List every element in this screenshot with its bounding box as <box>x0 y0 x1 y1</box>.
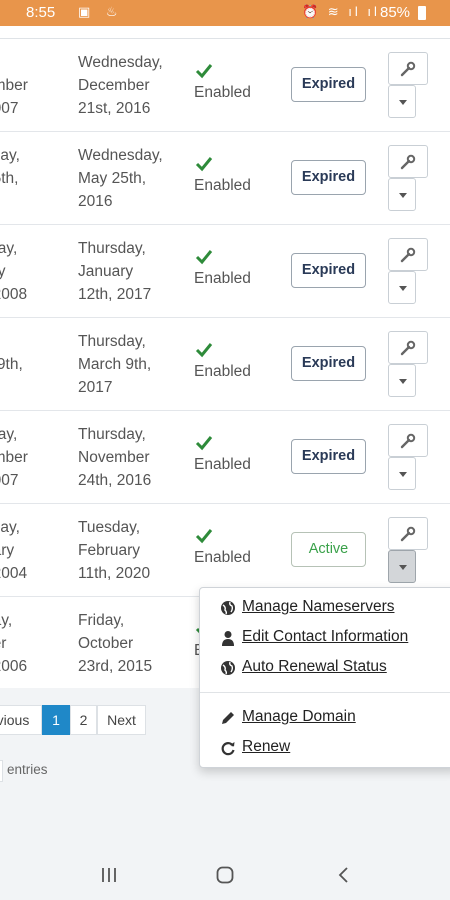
entries-select[interactable] <box>0 760 3 782</box>
manage-domain-button[interactable] <box>388 517 428 550</box>
table-row: rday, ember 2007 Thursday, November 24th… <box>0 411 450 504</box>
menu-item-auto-renewal[interactable]: Auto Renewal Status <box>220 658 387 676</box>
status-bar: 8:55 ▣ ♨ ⏰ ≋ ıl ıl 85% <box>0 0 450 26</box>
pagination-page-2[interactable]: 2 <box>70 705 97 735</box>
manage-domain-button[interactable] <box>388 238 428 271</box>
auto-renew-status: Enabled <box>194 177 251 194</box>
wrench-icon <box>400 154 416 170</box>
pencil-icon <box>222 712 234 724</box>
registration-date: y, h 9th, <box>0 356 23 373</box>
manage-domain-button[interactable] <box>388 424 428 457</box>
entries-label: entries <box>7 762 48 777</box>
refresh-icon <box>221 742 235 756</box>
pagination-next[interactable]: Next <box>97 705 146 735</box>
expiry-date: Wednesday, December 21st, 2016 <box>78 54 163 117</box>
manage-domain-button[interactable] <box>388 52 428 85</box>
actions-dropdown-toggle[interactable] <box>388 178 416 211</box>
auto-renew-status: Enabled <box>194 363 251 380</box>
chevron-down-icon <box>399 379 407 384</box>
home-icon[interactable] <box>215 865 235 885</box>
android-navigation-bar <box>0 850 450 900</box>
auto-renew-status: Enabled <box>194 456 251 473</box>
registration-date: rday, ary , 2008 <box>0 240 28 303</box>
status-badge-button[interactable]: Expired <box>291 67 366 102</box>
auto-renew-status: Enabled <box>194 84 251 101</box>
back-icon[interactable] <box>334 865 354 885</box>
recent-apps-icon[interactable] <box>99 865 119 885</box>
wrench-icon <box>400 340 416 356</box>
globe-icon <box>221 661 235 675</box>
menu-item-label: Renew <box>242 738 291 755</box>
menu-item-label: Auto Renewal Status <box>242 658 387 675</box>
check-icon <box>195 529 213 544</box>
wrench-icon <box>400 61 416 77</box>
check-icon <box>195 157 213 172</box>
notification-icons: ▣ ♨ <box>78 4 124 19</box>
check-icon <box>195 64 213 79</box>
actions-dropdown-toggle[interactable] <box>388 85 416 118</box>
auto-renew-status: Enabled <box>194 270 251 287</box>
status-badge-button[interactable]: Expired <box>291 439 366 474</box>
actions-dropdown-menu: Manage Nameservers Edit Contact Informat… <box>199 587 450 768</box>
actions-dropdown-toggle[interactable] <box>388 550 416 583</box>
registration-date: rday, ember 2007 <box>0 426 28 489</box>
chevron-down-icon <box>399 472 407 477</box>
status-badge-button[interactable]: Expired <box>291 160 366 195</box>
menu-divider <box>200 692 450 693</box>
status-badge-button[interactable]: Active <box>291 532 366 567</box>
actions-dropdown-toggle[interactable] <box>388 457 416 490</box>
table-row: sday, uary , 2004 Tuesday, February 11th… <box>0 504 450 597</box>
auto-renew-status: Enabled <box>194 549 251 566</box>
check-icon <box>195 250 213 265</box>
chevron-down-icon <box>399 565 407 570</box>
menu-item-manage-nameservers[interactable]: Manage Nameservers <box>220 598 394 616</box>
expiry-date: Wednesday, May 25th, 2016 <box>78 147 163 210</box>
expiry-date: Friday, October 23rd, 2015 <box>78 612 153 675</box>
menu-item-renew[interactable]: Renew <box>220 738 290 756</box>
menu-item-label: Manage Domain <box>242 708 356 725</box>
clock: 8:55 <box>26 4 56 21</box>
registration-date: day, ber , 2006 <box>0 612 28 675</box>
menu-item-label: Edit Contact Information <box>242 628 409 645</box>
status-badge-button[interactable]: Expired <box>291 346 366 381</box>
manage-domain-button[interactable] <box>388 145 428 178</box>
registration-date: sday, 25th, <box>0 147 20 187</box>
actions-dropdown-toggle[interactable] <box>388 271 416 304</box>
menu-item-manage-domain[interactable]: Manage Domain <box>220 708 356 726</box>
menu-item-edit-contact[interactable]: Edit Contact Information <box>220 628 408 646</box>
registration-date: y, ember 2007 <box>0 77 28 117</box>
expiry-date: Thursday, November 24th, 2016 <box>78 426 152 489</box>
menu-item-label: Manage Nameservers <box>242 598 395 615</box>
pagination-page-1[interactable]: 1 <box>42 705 70 735</box>
chevron-down-icon <box>399 100 407 105</box>
pagination-previous[interactable]: vious <box>0 705 42 735</box>
wrench-icon <box>400 433 416 449</box>
table-row: rday, ary , 2008 Thursday, January 12th,… <box>0 225 450 318</box>
chevron-down-icon <box>399 286 407 291</box>
check-icon <box>195 343 213 358</box>
wrench-icon <box>400 526 416 542</box>
status-badge-button[interactable]: Expired <box>291 253 366 288</box>
expiry-date: Thursday, January 12th, 2017 <box>78 240 152 303</box>
table-row: y, ember 2007 Wednesday, December 21st, … <box>0 39 450 132</box>
user-icon <box>222 631 234 646</box>
system-status-icons: ⏰ ≋ ıl ıl <box>302 4 380 19</box>
expiry-date: Tuesday, February 11th, 2020 <box>78 519 151 582</box>
table-row: sday, 25th, Wednesday, May 25th, 2016 En… <box>0 132 450 225</box>
globe-icon <box>221 601 235 615</box>
chevron-down-icon <box>399 193 407 198</box>
registration-date: sday, uary , 2004 <box>0 519 28 582</box>
expiry-date: Thursday, March 9th, 2017 <box>78 333 152 396</box>
check-icon <box>195 436 213 451</box>
battery-icon <box>418 6 426 20</box>
battery-level: 85% <box>380 4 411 21</box>
wrench-icon <box>400 247 416 263</box>
manage-domain-button[interactable] <box>388 331 428 364</box>
table-row: y, h 9th, Thursday, March 9th, 2017 Enab… <box>0 318 450 411</box>
actions-dropdown-toggle[interactable] <box>388 364 416 397</box>
